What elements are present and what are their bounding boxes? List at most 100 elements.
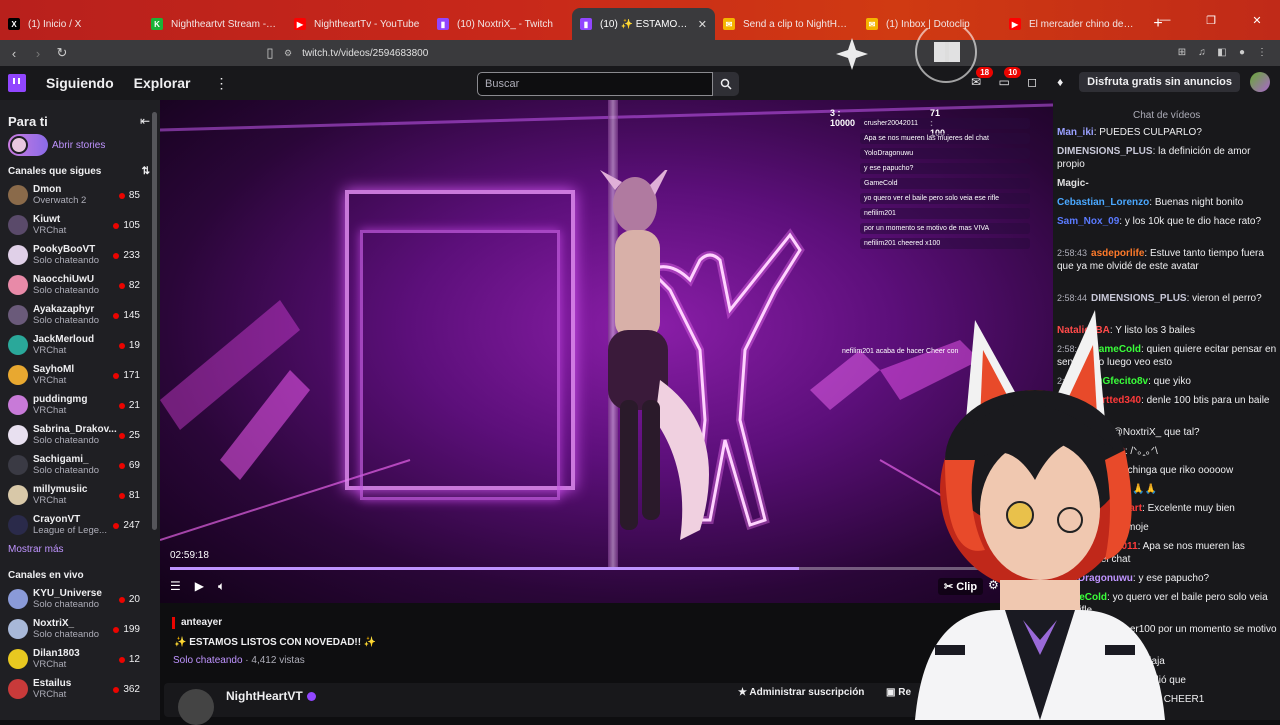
sidebar-channel[interactable]: NoxtriX_ Solo chateando 199 (0, 614, 160, 644)
close-window-icon[interactable]: ✕ (1234, 0, 1280, 40)
channel-info: Dmon Overwatch 2 (33, 184, 119, 206)
sidepanel-icon[interactable]: ◧ (1214, 44, 1230, 60)
channel-game: Solo chateando (33, 435, 100, 446)
menu-icon[interactable]: ⋮ (1254, 44, 1270, 60)
sidebar-channel[interactable]: JackMerloud VRChat 19 (0, 330, 160, 360)
search-button[interactable] (713, 72, 739, 96)
sidebar-channel[interactable]: KYU_Universe Solo chateando 20 (0, 584, 160, 614)
show-more-link[interactable]: Mostrar más (0, 540, 160, 562)
viewer-count: 145 (113, 310, 140, 321)
chat-message[interactable]: 2:58:43 asdeporlife: Estuve tanto tiempo … (1057, 247, 1279, 273)
profile-icon[interactable]: ● (1234, 44, 1250, 60)
viewer-count: 105 (113, 220, 140, 231)
sidebar-channel[interactable]: millymusiic VRChat 81 (0, 480, 160, 510)
minimize-icon[interactable]: — (1142, 0, 1188, 40)
twitch-top-nav: Siguiendo Explorar ⋮ Buscar ✉ 18 ▭ 10 ◻ ♦ … (0, 66, 1280, 100)
overlay-chat-line: GameCold (860, 178, 1030, 189)
sidebar-channel[interactable]: puddingmg VRChat 21 (0, 390, 160, 420)
chat-username[interactable]: DIMENSIONS_PLUS (1091, 293, 1187, 304)
chat-message[interactable]: DIMENSIONS_PLUS: la definición de amor p… (1057, 145, 1279, 171)
ad-free-button[interactable]: Disfruta gratis sin anuncios (1079, 72, 1240, 92)
chat-message[interactable]: Magic- (1057, 177, 1279, 190)
chat-message[interactable]: Sam_Nox_09: y los 10k que te dio hace ra… (1057, 215, 1279, 228)
nav-browse[interactable]: Explorar (134, 75, 191, 91)
collapse-sidebar-icon[interactable]: ⇤ (140, 114, 150, 128)
site-info-icon[interactable]: ⚙ (284, 48, 292, 59)
chat-username[interactable]: Man_iki (1057, 127, 1094, 138)
chat-username[interactable]: asdeporlife (1091, 248, 1144, 259)
chat-message[interactable]: Cebastian_Lorenzo: Buenas night bonito (1057, 196, 1279, 209)
manage-subscription-button[interactable]: ★ Administrar suscripción (738, 687, 864, 698)
channel-name-wrapper[interactable]: NightHeartVT (226, 689, 316, 703)
channel-game: Solo chateando (33, 599, 100, 610)
nav-following[interactable]: Siguiendo (46, 75, 114, 91)
nav-right-group: ✉ 18 ▭ 10 ◻ ♦ Disfruta gratis sin anuncios (967, 67, 1270, 92)
stories-button[interactable]: Abrir stories (0, 132, 160, 158)
channel-avatar (8, 305, 28, 325)
for-you-title: Para ti (8, 113, 48, 129)
music-icon[interactable]: ♫ (1194, 44, 1210, 60)
more-options-icon[interactable]: ⋮ (214, 75, 228, 92)
sidebar-channel[interactable]: Sachigami_ Solo chateando 69 (0, 450, 160, 480)
sidebar-channel[interactable]: Dilan1803 VRChat 12 (0, 644, 160, 674)
channel-avatar (8, 455, 28, 475)
viewer-count: 12 (119, 654, 140, 665)
overlay-bits: 3 : 10000 (830, 108, 856, 128)
tab-title: (1) Inicio / X (28, 18, 82, 30)
search-input[interactable]: Buscar (477, 72, 713, 96)
tab-favicon-icon: ▮ (580, 18, 592, 30)
sidebar-scrollbar[interactable] (152, 112, 157, 530)
channel-avatar (8, 589, 28, 609)
play-icon[interactable]: ▶ (195, 579, 204, 594)
browser-tab[interactable]: ▮ (10) NoxtriX_ - Twitch (429, 8, 572, 40)
sidebar-channel[interactable]: SayhoMl VRChat 171 (0, 360, 160, 390)
overlay-chat: crusher20042011 Apa se nos mueren las muj… (860, 118, 1030, 253)
chat-message[interactable]: Man_iki: PUEDES CULPARLO? (1057, 126, 1279, 139)
forward-icon[interactable]: › (28, 43, 48, 63)
channel-name: JackMerloud (33, 334, 95, 345)
back-icon[interactable]: ‹ (4, 43, 24, 63)
install-app-icon[interactable]: ⊞ (1174, 44, 1190, 60)
sidebar-channel[interactable]: Ayakazaphyr Solo chateando 145 (0, 300, 160, 330)
chat-username[interactable]: Cebastian_Lorenzo (1057, 197, 1149, 208)
browser-tab[interactable]: ▶ El mercader chino de los fenbo (1001, 8, 1144, 40)
sidebar-channel[interactable]: PookyBooVT Solo chateando 233 (0, 240, 160, 270)
overlay-chat-line: por un momento se motivo de mas VIVA (860, 223, 1030, 234)
viewer-count: 362 (113, 684, 140, 695)
chat-message[interactable]: 2:58:44 DIMENSIONS_PLUS: vieron el perro? (1057, 292, 1279, 305)
channel-game: VRChat (33, 405, 67, 416)
chat-username[interactable]: Sam_Nox_09 (1057, 216, 1119, 227)
sidebar-channel[interactable]: CrayonVT League of Lege... 247 (0, 510, 160, 540)
browser-tab[interactable]: K Nightheartvt Stream - Watch L (143, 8, 286, 40)
volume-icon[interactable]: 🔈︎ (218, 579, 225, 594)
tab-favicon-icon: X (8, 18, 20, 30)
channel-info: CrayonVT League of Lege... (33, 514, 119, 536)
crown-icon[interactable]: ♦ (1051, 73, 1069, 91)
browser-tab[interactable]: ▶ NightheartTv - YouTube (286, 8, 429, 40)
reload-icon[interactable]: ↻ (52, 43, 72, 63)
sidebar-channel[interactable]: Dmon Overwatch 2 85 (0, 180, 160, 210)
chapters-icon[interactable]: ☰ (170, 579, 181, 594)
channel-avatar (8, 515, 28, 535)
user-avatar[interactable] (1250, 72, 1270, 92)
chat-username[interactable]: DIMENSIONS_PLUS (1057, 146, 1153, 157)
video-category[interactable]: Solo chateando (173, 655, 243, 666)
verified-icon (306, 692, 316, 702)
chat-username[interactable]: Magic- (1057, 178, 1089, 189)
whispers-icon[interactable]: ◻ (1023, 73, 1041, 91)
channel-info: Estailus VRChat (33, 678, 119, 700)
sidebar-channel[interactable]: Kiuwt VRChat 105 (0, 210, 160, 240)
sidebar-channel[interactable]: Estailus VRChat 362 (0, 674, 160, 704)
restore-icon[interactable]: ❐ (1188, 0, 1234, 40)
sidebar-channel[interactable]: Sabrina_Drakov... Solo chateando 25 (0, 420, 160, 450)
browser-tab[interactable]: X (1) Inicio / X (0, 8, 143, 40)
viewer-count: 82 (119, 280, 140, 291)
sidebar-channel[interactable]: NaocchiUwU Solo chateando 82 (0, 270, 160, 300)
browser-tab[interactable]: ▮ (10) ✨ ESTAMOS LISTO ✕ (572, 8, 715, 40)
close-tab-icon[interactable]: ✕ (698, 18, 707, 31)
avatar-figure (600, 170, 709, 540)
sort-icon[interactable]: ⇅ (142, 166, 150, 177)
viewer-count: 233 (113, 250, 140, 261)
twitch-logo-icon[interactable] (8, 74, 26, 92)
followed-title: Canales que sigues (8, 165, 102, 177)
